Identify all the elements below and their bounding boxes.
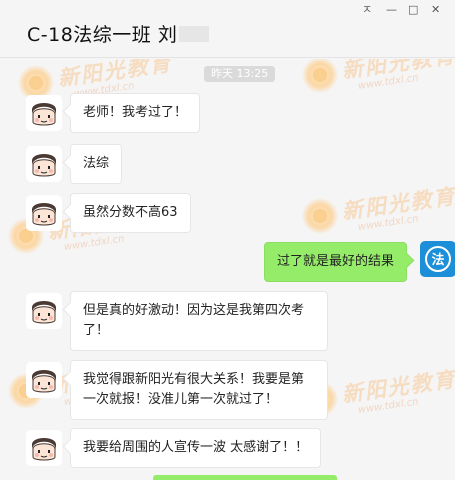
watermark: 新阳光教育www.tdxl.cn bbox=[302, 183, 455, 244]
avatar[interactable]: 法 bbox=[420, 241, 455, 277]
message-bubble[interactable]: 老师！我考过了！ bbox=[70, 93, 201, 133]
message-bubble[interactable]: 我要给周围的人宣传一波 太感谢了！！ bbox=[70, 428, 322, 468]
avatar[interactable] bbox=[26, 195, 62, 231]
student-avatar-icon bbox=[26, 430, 62, 466]
message-bubble[interactable]: 我觉得跟新阳光有很大关系！我要是第一次就报！没准儿第一次就过了！ bbox=[70, 360, 328, 420]
pin-button[interactable]: ㅈ bbox=[362, 3, 372, 17]
student-avatar-icon bbox=[26, 95, 62, 131]
message-list[interactable]: 新阳光教育www.tdxl.cn 新阳光教育www.tdxl.cn 新阳光教育w… bbox=[0, 59, 455, 480]
avatar[interactable] bbox=[26, 146, 62, 182]
student-avatar-icon bbox=[26, 362, 62, 398]
redacted-name bbox=[179, 26, 210, 42]
student-avatar-icon bbox=[26, 146, 62, 182]
avatar[interactable] bbox=[26, 95, 62, 131]
avatar[interactable] bbox=[26, 293, 62, 329]
avatar[interactable] bbox=[26, 430, 62, 466]
timestamp-label: 昨天 13:25 bbox=[204, 66, 276, 82]
avatar[interactable] bbox=[26, 362, 62, 398]
student-avatar-icon bbox=[26, 195, 62, 231]
message-bubble[interactable]: 虽然分数不高63 bbox=[70, 193, 191, 233]
student-avatar-icon bbox=[26, 293, 62, 329]
my-message-bubble[interactable]: 过了就是最好的结果 bbox=[264, 242, 408, 282]
watermark: 新阳光教育www.tdxl.cn bbox=[302, 59, 455, 103]
next-message-bubble-edge bbox=[153, 475, 337, 480]
minimize-button[interactable]: — bbox=[386, 3, 397, 17]
chat-title: C-18法综一班 刘 bbox=[27, 20, 210, 47]
message-bubble[interactable]: 但是真的好激动！因为这是我第四次考了！ bbox=[70, 291, 328, 351]
maximize-button[interactable]: □ bbox=[408, 3, 418, 17]
close-button[interactable]: ✕ bbox=[431, 3, 440, 17]
message-bubble[interactable]: 法综 bbox=[70, 144, 123, 184]
chat-header: C-18法综一班 刘 ㅈ — □ ✕ bbox=[0, 0, 455, 58]
law-logo-glyph: 法 bbox=[431, 253, 445, 268]
